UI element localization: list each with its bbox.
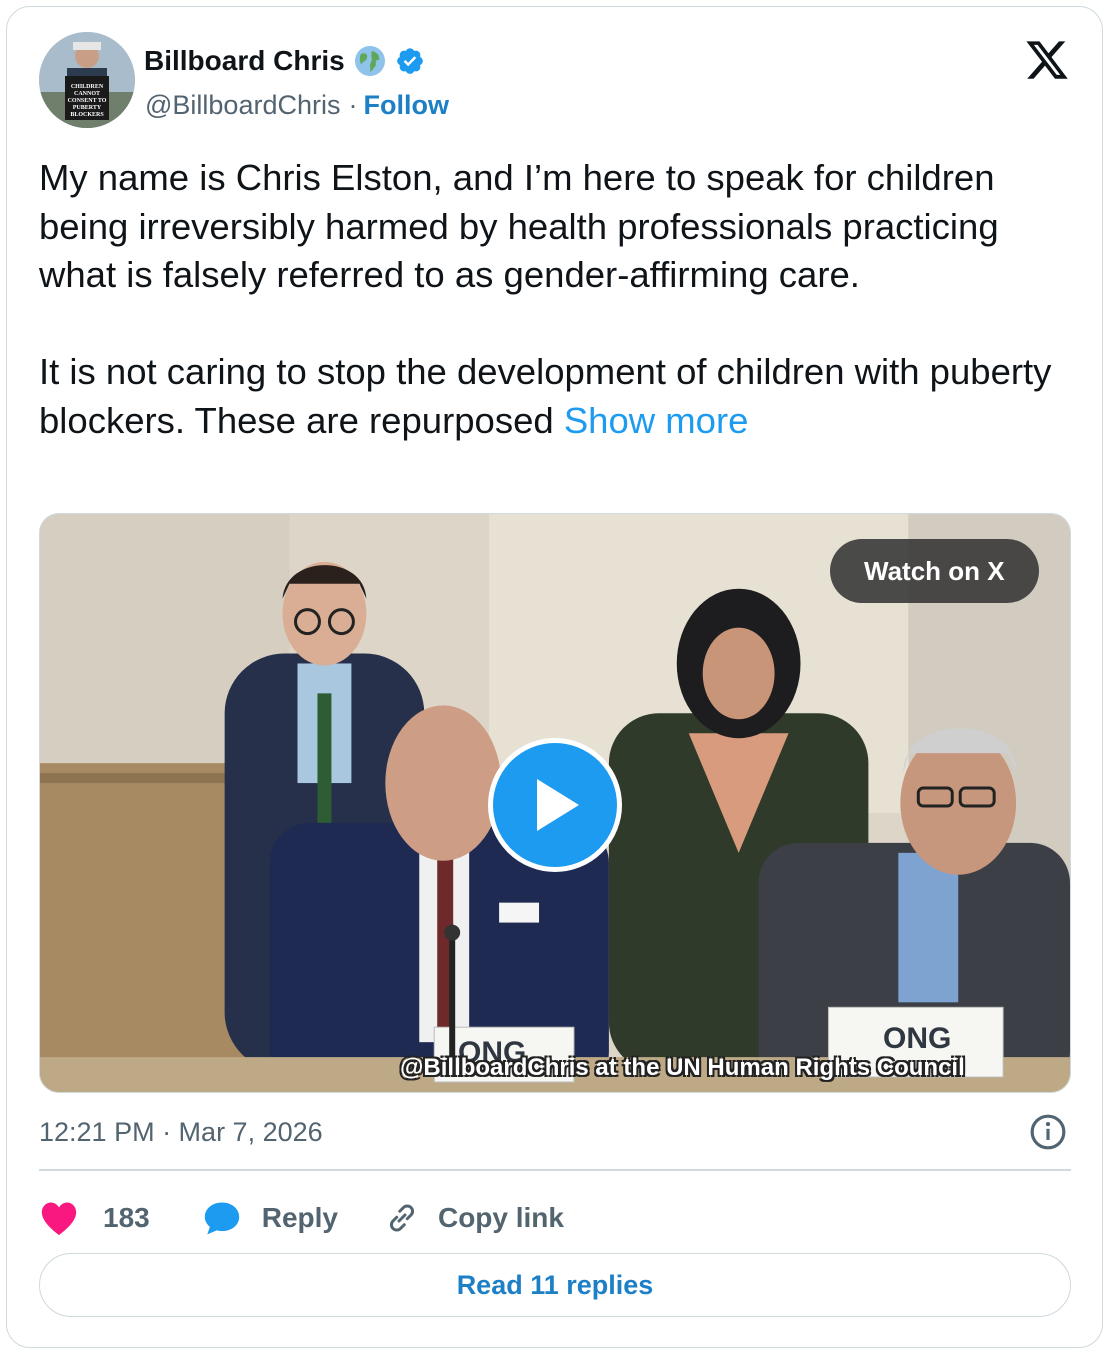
play-icon xyxy=(537,779,579,831)
divider xyxy=(39,1169,1071,1171)
tweet-card: CHILDREN CANNOT CONSENT TO PUBERTY BLOCK… xyxy=(6,6,1103,1348)
tweet-paragraph-1: My name is Chris Elston, and I’m here to… xyxy=(39,157,1009,295)
verified-badge-icon xyxy=(396,48,423,74)
svg-text:CHILDREN: CHILDREN xyxy=(71,84,104,90)
handle-separator: · xyxy=(348,89,358,120)
placard-right-text: ONG xyxy=(883,1022,952,1055)
handle-row: @BillboardChris · Follow xyxy=(145,87,449,123)
show-more-link[interactable]: Show more xyxy=(564,400,749,441)
tweet-paragraph-2: It is not caring to stop the development… xyxy=(39,351,1062,441)
copy-link-action[interactable]: Copy link xyxy=(384,1200,564,1236)
globe-emoji-icon xyxy=(354,46,385,76)
display-name[interactable]: Billboard Chris xyxy=(144,45,345,77)
video-player[interactable]: ONG ONG Watch on X @BillboardChris at th… xyxy=(39,513,1071,1093)
read-replies-button[interactable]: Read 11 replies xyxy=(39,1253,1071,1317)
reply-bubble-icon xyxy=(204,1202,239,1235)
heart-icon xyxy=(41,1202,77,1236)
copy-link-label: Copy link xyxy=(437,1202,564,1233)
reply-label: Reply xyxy=(261,1202,338,1233)
reply-action[interactable]: Reply xyxy=(202,1200,338,1236)
link-icon xyxy=(389,1204,414,1232)
like-action[interactable]: 183 xyxy=(39,1200,150,1236)
x-logo-icon[interactable] xyxy=(1024,37,1070,83)
svg-text:PUBERTY: PUBERTY xyxy=(73,105,102,111)
avatar[interactable]: CHILDREN CANNOT CONSENT TO PUBERTY BLOCK… xyxy=(39,32,135,128)
follow-link[interactable]: Follow xyxy=(363,90,448,121)
like-count: 183 xyxy=(103,1202,150,1233)
svg-text:BLOCKERS: BLOCKERS xyxy=(70,112,104,118)
svg-text:CANNOT: CANNOT xyxy=(74,91,100,97)
author-name-row: Billboard Chris xyxy=(144,41,425,81)
info-icon[interactable] xyxy=(1029,1113,1067,1151)
svg-text:CONSENT TO: CONSENT TO xyxy=(68,98,107,104)
tweet-text: My name is Chris Elston, and I’m here to… xyxy=(39,154,1079,445)
timestamp[interactable]: 12:21 PM · Mar 7, 2026 xyxy=(39,1117,323,1148)
author-handle[interactable]: @BillboardChris xyxy=(145,90,340,121)
video-caption: @BillboardChris at the UN Human Rights C… xyxy=(400,1054,965,1081)
avatar-image: CHILDREN CANNOT CONSENT TO PUBERTY BLOCK… xyxy=(39,32,135,128)
watch-on-x-button[interactable]: Watch on X xyxy=(830,539,1039,603)
play-button[interactable] xyxy=(488,738,622,872)
action-bar: 183 Reply Copy link xyxy=(39,1193,564,1243)
